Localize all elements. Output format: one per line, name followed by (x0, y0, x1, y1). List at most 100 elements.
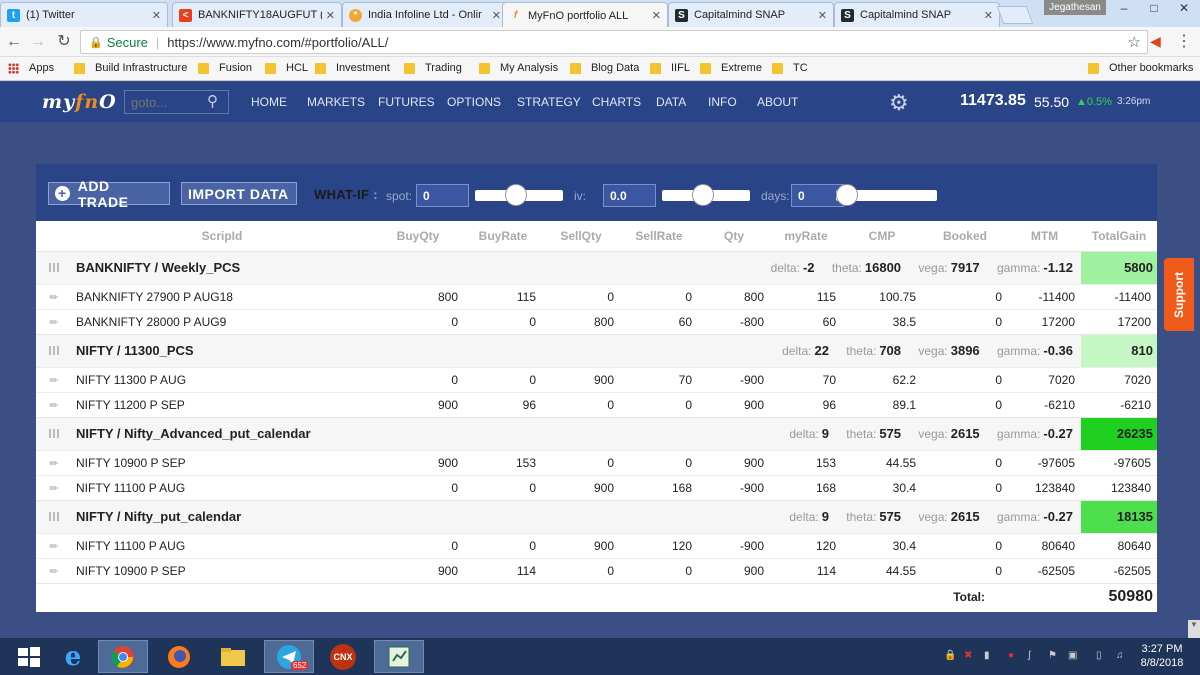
edit-cell[interactable]: ✏ (36, 283, 72, 309)
flag-tray-icon[interactable]: ⚑ (1048, 650, 1058, 662)
chrome-icon[interactable] (98, 640, 148, 673)
iv-slider-handle[interactable] (692, 184, 714, 206)
bookmark-build-infrastructure[interactable]: Build Infrastructure (74, 62, 187, 74)
back-arrow-icon[interactable]: ← (4, 32, 24, 52)
extension-icon[interactable]: ◀ (1150, 33, 1161, 50)
table-row[interactable]: ✏ NIFTY 11100 P AUG 0 0 900 168 -900 168 30.4 0 1… (36, 474, 1157, 500)
lock-tray-icon[interactable]: 🔒 (944, 650, 956, 662)
bookmark-hcl[interactable]: HCL (265, 62, 308, 74)
header-buyqty[interactable]: BuyQty (372, 221, 464, 251)
telegram-icon[interactable]: 652 (264, 640, 314, 673)
maximize-icon[interactable]: □ (1140, 0, 1168, 18)
pencil-icon[interactable]: ✏ (49, 541, 58, 553)
close-tab-icon[interactable]: ✕ (326, 9, 335, 22)
minimize-icon[interactable]: – (1110, 0, 1138, 18)
group-chart-cell[interactable] (36, 250, 72, 284)
header-totalgain[interactable]: TotalGain (1081, 221, 1157, 251)
edit-cell[interactable]: ✏ (36, 532, 72, 558)
bookmark-fusion[interactable]: Fusion (198, 62, 252, 74)
close-tab-icon[interactable]: ✕ (152, 9, 161, 22)
profile-name[interactable]: Jegathesan (1044, 0, 1106, 15)
strategy-name[interactable]: NIFTY / Nifty_put_calendar (72, 499, 372, 533)
header-mtm[interactable]: MTM (1008, 221, 1081, 251)
table-row[interactable]: ✏ NIFTY 11300 P AUG 0 0 900 70 -900 70 62.2 0 702… (36, 366, 1157, 392)
add-trade-button[interactable]: + ADD TRADE (48, 178, 170, 210)
nav-about[interactable]: ABOUT (757, 95, 798, 109)
days-slider-handle[interactable] (836, 184, 858, 206)
close-tab-icon[interactable]: ✕ (818, 9, 827, 22)
network-tray-icon[interactable]: ▣ (1068, 650, 1078, 662)
new-tab-button[interactable] (996, 6, 1034, 24)
url-text[interactable]: https://www.myfno.com/#portfolio/ALL/ (167, 35, 388, 50)
cnx-icon[interactable]: CNX (318, 640, 368, 673)
edit-cell[interactable]: ✏ (36, 391, 72, 417)
nav-futures[interactable]: FUTURES (378, 95, 435, 109)
strategy-group-row[interactable]: NIFTY / Nifty_Advanced_put_calendar delt… (36, 416, 1157, 450)
ie-icon[interactable]: e (48, 640, 98, 673)
table-row[interactable]: ✏ NIFTY 11200 P SEP 900 96 0 0 900 96 89.1 0 -621… (36, 391, 1157, 417)
strategy-name[interactable]: BANKNIFTY / Weekly_PCS (72, 250, 372, 284)
other-bookmarks[interactable]: Other bookmarks (1088, 62, 1193, 74)
iv-input[interactable]: 0.0 (603, 184, 656, 207)
bar-chart-icon[interactable] (48, 511, 60, 521)
pencil-icon[interactable]: ✏ (49, 458, 58, 470)
spot-slider[interactable] (475, 184, 563, 206)
import-data-button[interactable]: IMPORT DATA (181, 182, 297, 205)
bookmark-my-analysis[interactable]: My Analysis (479, 62, 558, 74)
header-booked[interactable]: Booked (922, 221, 1008, 251)
browser-tab-2[interactable]: * India Infoline Ltd - Onlir ✕ (342, 2, 508, 27)
header-sellqty[interactable]: SellQty (542, 221, 620, 251)
signal-tray-icon[interactable]: ▮ (984, 650, 994, 662)
bar-chart-icon[interactable] (48, 428, 60, 438)
pencil-icon[interactable]: ✏ (49, 400, 58, 412)
bar-chart-icon[interactable] (48, 345, 60, 355)
strategy-name[interactable]: NIFTY / 11300_PCS (72, 333, 372, 367)
header-scripid[interactable]: ScripId (72, 221, 372, 251)
pencil-icon[interactable]: ✏ (49, 292, 58, 304)
nav-markets[interactable]: MARKETS (307, 95, 365, 109)
header-cmp[interactable]: CMP (842, 221, 922, 251)
explorer-icon[interactable] (208, 640, 258, 673)
bookmark-iifl[interactable]: IIFL (650, 62, 690, 74)
strategy-group-row[interactable]: NIFTY / Nifty_put_calendar delta: 9 theta… (36, 499, 1157, 533)
scroll-down-icon[interactable]: ▼ (1188, 620, 1200, 638)
edit-cell[interactable]: ✏ (36, 366, 72, 392)
pencil-icon[interactable]: ✏ (49, 375, 58, 387)
bookmark-apps[interactable]: Apps (8, 62, 54, 74)
pencil-icon[interactable]: ✏ (49, 566, 58, 578)
table-row[interactable]: ✏ BANKNIFTY 28000 P AUG9 0 0 800 60 -800 60 38.… (36, 308, 1157, 334)
edit-cell[interactable]: ✏ (36, 474, 72, 500)
strategy-group-row[interactable]: NIFTY / 11300_PCS delta: 22 theta: 708 veg… (36, 333, 1157, 367)
close-window-icon[interactable]: ✕ (1170, 0, 1198, 18)
strategy-group-row[interactable]: BANKNIFTY / Weekly_PCS delta: -2 theta: 16… (36, 250, 1157, 284)
group-chart-cell[interactable] (36, 416, 72, 450)
taskbar-clock[interactable]: 3:27 PM 8/8/2018 (1138, 642, 1186, 670)
bookmark-blog-data[interactable]: Blog Data (570, 62, 639, 74)
forward-arrow-icon[interactable]: → (28, 32, 48, 52)
pencil-icon[interactable]: ✏ (49, 317, 58, 329)
edit-cell[interactable]: ✏ (36, 557, 72, 583)
bookmark-extreme[interactable]: Extreme (700, 62, 762, 74)
address-bar[interactable]: 🔒 Secure | https://www.myfno.com/#portfo… (80, 30, 1148, 54)
browser-tab-0[interactable]: t (1) Twitter ✕ (0, 2, 168, 27)
spot-input[interactable]: 0 (416, 184, 469, 207)
reload-icon[interactable]: ↻ (54, 32, 74, 52)
group-chart-cell[interactable] (36, 333, 72, 367)
nav-home[interactable]: HOME (251, 95, 287, 109)
iv-slider[interactable] (662, 184, 750, 206)
table-row[interactable]: ✏ NIFTY 10900 P SEP 900 153 0 0 900 153 44.55 0-… (36, 449, 1157, 475)
volume-tray-icon[interactable]: ♫ (1116, 650, 1126, 662)
spot-slider-handle[interactable] (505, 184, 527, 206)
nav-options[interactable]: OPTIONS (447, 95, 501, 109)
windows-start-icon[interactable] (4, 640, 54, 673)
pencil-icon[interactable]: ✏ (49, 483, 58, 495)
close-tab-icon[interactable]: ✕ (492, 9, 501, 22)
antivirus-tray-icon[interactable]: ✖ (964, 650, 974, 662)
excel-icon[interactable] (374, 640, 424, 673)
bookmark-investment[interactable]: Investment (315, 62, 390, 74)
bookmark-trading[interactable]: Trading (404, 62, 462, 74)
nav-charts[interactable]: CHARTS (592, 95, 641, 109)
table-row[interactable]: ✏ NIFTY 11100 P AUG 0 0 900 120 -900 120 30.4 0 8… (36, 532, 1157, 558)
browser-menu-icon[interactable]: ⋮ (1176, 31, 1192, 51)
bookmark-tc[interactable]: TC (772, 62, 808, 74)
